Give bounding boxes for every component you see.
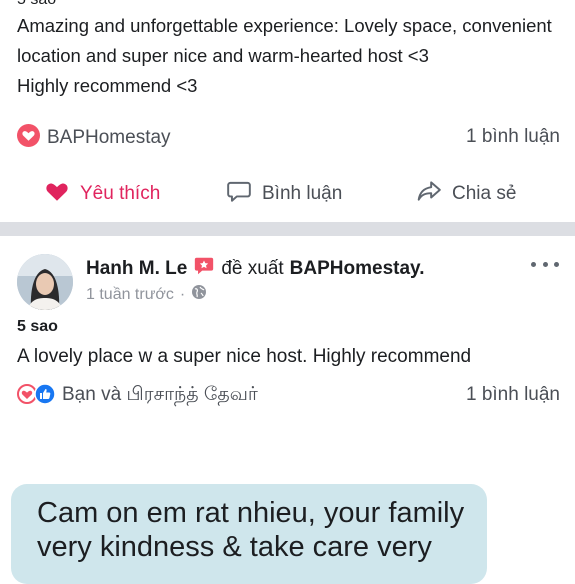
dot xyxy=(554,261,559,267)
dot xyxy=(531,261,536,267)
post-timestamp[interactable]: 1 tuần trước xyxy=(86,286,174,304)
heart-icon xyxy=(44,178,70,210)
reaction-names: Bạn và பிரசாந்த் தேவர் xyxy=(62,384,258,405)
globe-icon xyxy=(191,284,207,305)
message-text: Cam on em rat nhieu, your family very ki… xyxy=(37,497,465,563)
page-name: BAPHomestay xyxy=(47,127,171,148)
post-text: A lovely place w a super nice host. High… xyxy=(17,346,472,367)
rating-label: 5 sao xyxy=(17,318,58,335)
recommended-page-link[interactable]: BAPHomestay xyxy=(17,124,171,152)
thumbs-up-reaction-icon xyxy=(34,382,56,410)
comments-count-link[interactable]: 1 bình luận xyxy=(466,126,560,148)
post-meta: 1 tuần trước · xyxy=(86,284,207,305)
post-header: Hanh M. Le đề xuất BAPHomestay. xyxy=(86,255,424,283)
recommended-page-name[interactable]: BAPHomestay. xyxy=(290,258,425,280)
comments-count-link[interactable]: 1 bình luận xyxy=(466,384,560,406)
more-options-button[interactable] xyxy=(531,254,559,274)
recommend-verb: đề xuất xyxy=(221,258,284,279)
like-button[interactable]: Yêu thích xyxy=(44,172,160,216)
like-label: Yêu thích xyxy=(80,183,161,204)
recommend-icon xyxy=(17,124,40,152)
share-label: Chia sẻ xyxy=(452,183,517,204)
feed-divider xyxy=(0,222,575,236)
share-button[interactable]: Chia sẻ xyxy=(416,172,516,216)
share-arrow-icon xyxy=(416,178,442,210)
post-actions-bar: Yêu thích Bình luận Chia sẻ xyxy=(0,172,575,216)
comment-button[interactable]: Bình luận xyxy=(226,172,342,216)
author-name[interactable]: Hanh M. Le xyxy=(86,258,187,280)
reactions-summary[interactable]: Bạn và பிரசாந்த் தேவர் xyxy=(17,382,258,410)
meta-separator: · xyxy=(179,285,186,303)
author-avatar[interactable] xyxy=(17,254,73,310)
previous-rating-text: 5 sao xyxy=(17,0,56,9)
dot xyxy=(542,261,548,267)
review-text: Amazing and unforgettable experience: Lo… xyxy=(17,15,552,96)
recommend-flag-icon xyxy=(193,255,215,283)
comment-bubble-icon xyxy=(226,178,252,210)
comment-label: Bình luận xyxy=(262,183,343,204)
